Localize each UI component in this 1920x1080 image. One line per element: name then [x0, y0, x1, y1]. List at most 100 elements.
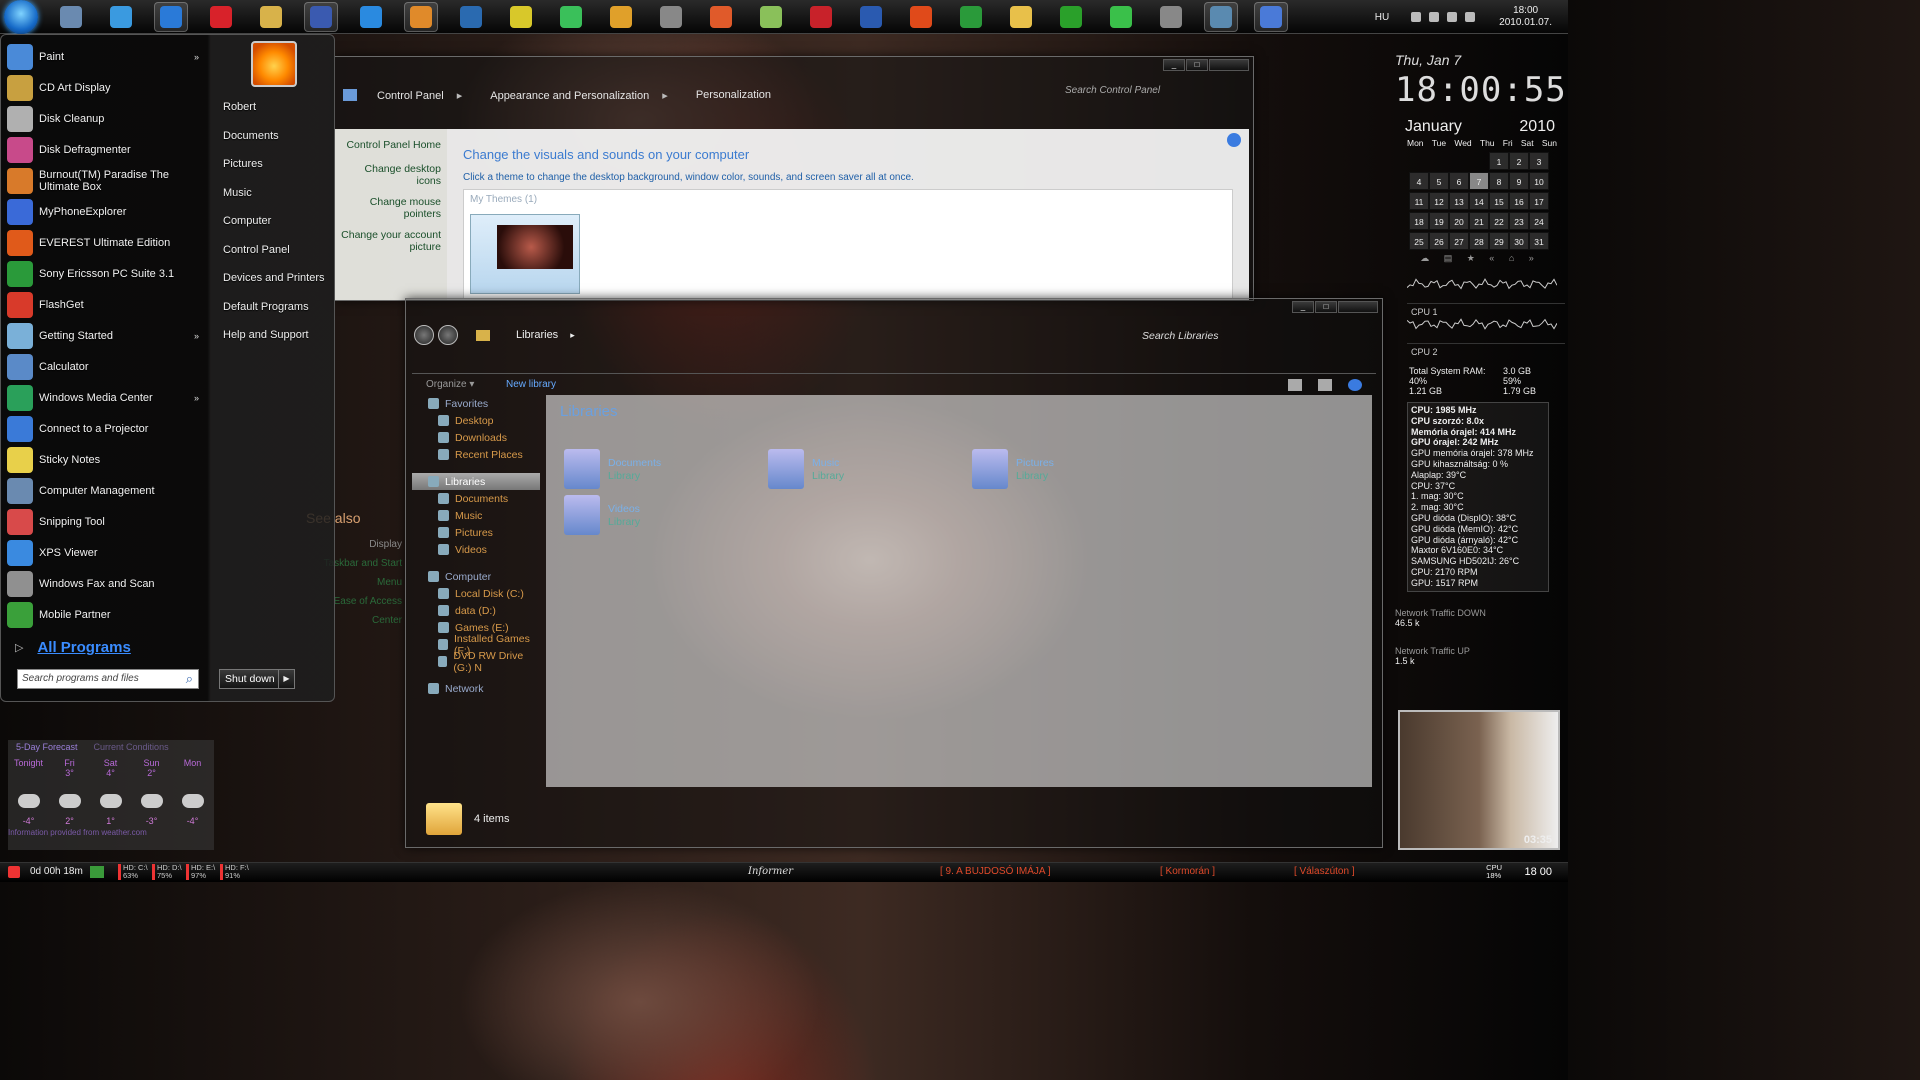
search-input[interactable]: Search Control Panel — [1039, 85, 1229, 103]
tree-item[interactable]: Videos — [412, 541, 540, 558]
firefox-icon[interactable] — [604, 2, 638, 32]
start-search-input[interactable]: Search programs and files — [17, 669, 199, 689]
forward-button[interactable] — [438, 325, 458, 345]
network-icon[interactable] — [1429, 12, 1440, 22]
calendar-day[interactable]: 21 — [1469, 212, 1489, 230]
program-item[interactable]: Getting Started» — [7, 320, 207, 351]
back-button[interactable] — [414, 325, 434, 345]
tree-item[interactable]: DVD RW Drive (G:) N — [412, 650, 540, 674]
program-item[interactable]: EVEREST Ultimate Edition — [7, 227, 207, 258]
powerpoint-icon[interactable] — [904, 2, 938, 32]
calendar-day[interactable]: 31 — [1529, 232, 1549, 250]
library-pictures[interactable]: Pictures Library — [972, 449, 1054, 489]
cd-icon[interactable] — [1204, 1, 1238, 32]
calendar-day[interactable]: 7 — [1469, 172, 1489, 190]
language-indicator[interactable]: HU — [1375, 12, 1389, 23]
network-people-icon[interactable] — [104, 2, 138, 32]
breadcrumb-personalization[interactable]: Personalization — [696, 89, 781, 101]
library-music[interactable]: Music Library — [768, 449, 844, 489]
program-item[interactable]: Disk Defragmenter — [7, 134, 207, 165]
tree-item[interactable]: Computer — [412, 568, 540, 585]
theme-thumbnail[interactable] — [470, 214, 580, 294]
tree-item[interactable]: Desktop — [412, 412, 540, 429]
tree-item[interactable]: Libraries — [412, 473, 540, 490]
start-place-item[interactable]: Music — [223, 187, 325, 216]
minimize-button[interactable]: _ — [1163, 59, 1185, 71]
calendar-day[interactable]: 29 — [1489, 232, 1509, 250]
calendar-day[interactable]: 20 — [1449, 212, 1469, 230]
calendar-day[interactable]: 18 — [1409, 212, 1429, 230]
all-programs-button[interactable]: ▷ All Programs — [15, 639, 131, 656]
eye-icon[interactable] — [504, 2, 538, 32]
program-item[interactable]: CD Art Display — [7, 72, 207, 103]
program-item[interactable]: MyPhoneExplorer — [7, 196, 207, 227]
opera-icon[interactable] — [204, 2, 238, 32]
chip-icon[interactable] — [1104, 2, 1138, 32]
informer-icon[interactable] — [354, 2, 388, 32]
user-avatar[interactable] — [251, 41, 297, 87]
calendar-day[interactable]: 13 — [1449, 192, 1469, 210]
calendar-day[interactable]: 1 — [1489, 152, 1509, 170]
taskbar-clock[interactable]: 18:00 2010.01.07. — [1499, 5, 1552, 29]
start-place-item[interactable]: Help and Support — [223, 329, 325, 358]
calendar-nav[interactable]: ☁ ▤ ★ « ⌂ » — [1395, 253, 1565, 264]
recycle-icon[interactable] — [90, 866, 104, 878]
link-desktop-icons[interactable]: Change desktop icons — [341, 163, 441, 187]
tree-item[interactable]: data (D:) — [412, 602, 540, 619]
screen-icon[interactable] — [454, 2, 488, 32]
calendar-day[interactable]: 24 — [1529, 212, 1549, 230]
calendar-day[interactable]: 2 — [1509, 152, 1529, 170]
ie-icon[interactable] — [154, 1, 188, 32]
tree-item[interactable]: Documents — [412, 490, 540, 507]
program-item[interactable]: Windows Fax and Scan — [7, 568, 207, 599]
link-account-picture[interactable]: Change your account picture — [341, 229, 441, 253]
picasa-icon[interactable] — [704, 2, 738, 32]
program-item[interactable]: Paint» — [7, 41, 207, 72]
calendar-day[interactable]: 30 — [1509, 232, 1529, 250]
display-icon[interactable] — [1154, 2, 1188, 32]
outlook-icon[interactable] — [1004, 2, 1038, 32]
pen-icon[interactable] — [754, 2, 788, 32]
power-icon[interactable] — [8, 866, 20, 878]
search-input[interactable]: Search Libraries — [1142, 330, 1352, 342]
program-item[interactable]: Sony Ericsson PC Suite 3.1 — [7, 258, 207, 289]
start-place-item[interactable]: Control Panel — [223, 244, 325, 273]
program-item[interactable]: Sticky Notes — [7, 444, 207, 475]
monitor-icon[interactable] — [54, 2, 88, 32]
tab-current[interactable]: Current Conditions — [86, 740, 177, 754]
tree-item[interactable]: Recent Places — [412, 446, 540, 463]
tree-item[interactable]: Local Disk (C:) — [412, 585, 540, 602]
utorrent-icon[interactable] — [1054, 2, 1088, 32]
new-library-button[interactable]: New library — [506, 379, 556, 390]
themes-list[interactable]: My Themes (1) — [463, 189, 1233, 299]
calendar-day[interactable]: 17 — [1529, 192, 1549, 210]
start-place-item[interactable]: Documents — [223, 130, 325, 159]
close-button[interactable] — [1338, 301, 1378, 313]
link-control-panel-home[interactable]: Control Panel Home — [341, 139, 441, 151]
calendar-day[interactable]: 16 — [1509, 192, 1529, 210]
calendar-day[interactable]: 12 — [1429, 192, 1449, 210]
program-item[interactable]: Disk Cleanup — [7, 103, 207, 134]
shutdown-options-icon[interactable]: ▶ — [278, 670, 294, 688]
calendar-day[interactable]: 27 — [1449, 232, 1469, 250]
photo-gadget[interactable]: 03:35 — [1398, 710, 1560, 850]
library-documents[interactable]: Documents Library — [564, 449, 661, 489]
folder-icon[interactable] — [254, 2, 288, 32]
program-item[interactable]: Computer Management — [7, 475, 207, 506]
breadcrumb-appearance[interactable]: Appearance and Personalization — [490, 89, 668, 102]
start-orb-icon[interactable] — [4, 0, 38, 34]
maximize-button[interactable]: □ — [1186, 59, 1208, 71]
tree-item[interactable]: Pictures — [412, 524, 540, 541]
calendar-day[interactable]: 19 — [1429, 212, 1449, 230]
link-mouse-pointers[interactable]: Change mouse pointers — [341, 196, 441, 220]
help-icon[interactable] — [1348, 379, 1362, 391]
floppy-icon[interactable] — [304, 1, 338, 32]
program-item[interactable]: Burnout(TM) Paradise The Ultimate Box — [7, 165, 207, 196]
tree-item[interactable]: Music — [412, 507, 540, 524]
tree-item[interactable]: Favorites — [412, 395, 540, 412]
calendar-day[interactable]: 9 — [1509, 172, 1529, 190]
calendar-day[interactable]: 23 — [1509, 212, 1529, 230]
calendar-day[interactable]: 6 — [1449, 172, 1469, 190]
program-item[interactable]: XPS Viewer — [7, 537, 207, 568]
color-wheel-icon[interactable] — [554, 2, 588, 32]
